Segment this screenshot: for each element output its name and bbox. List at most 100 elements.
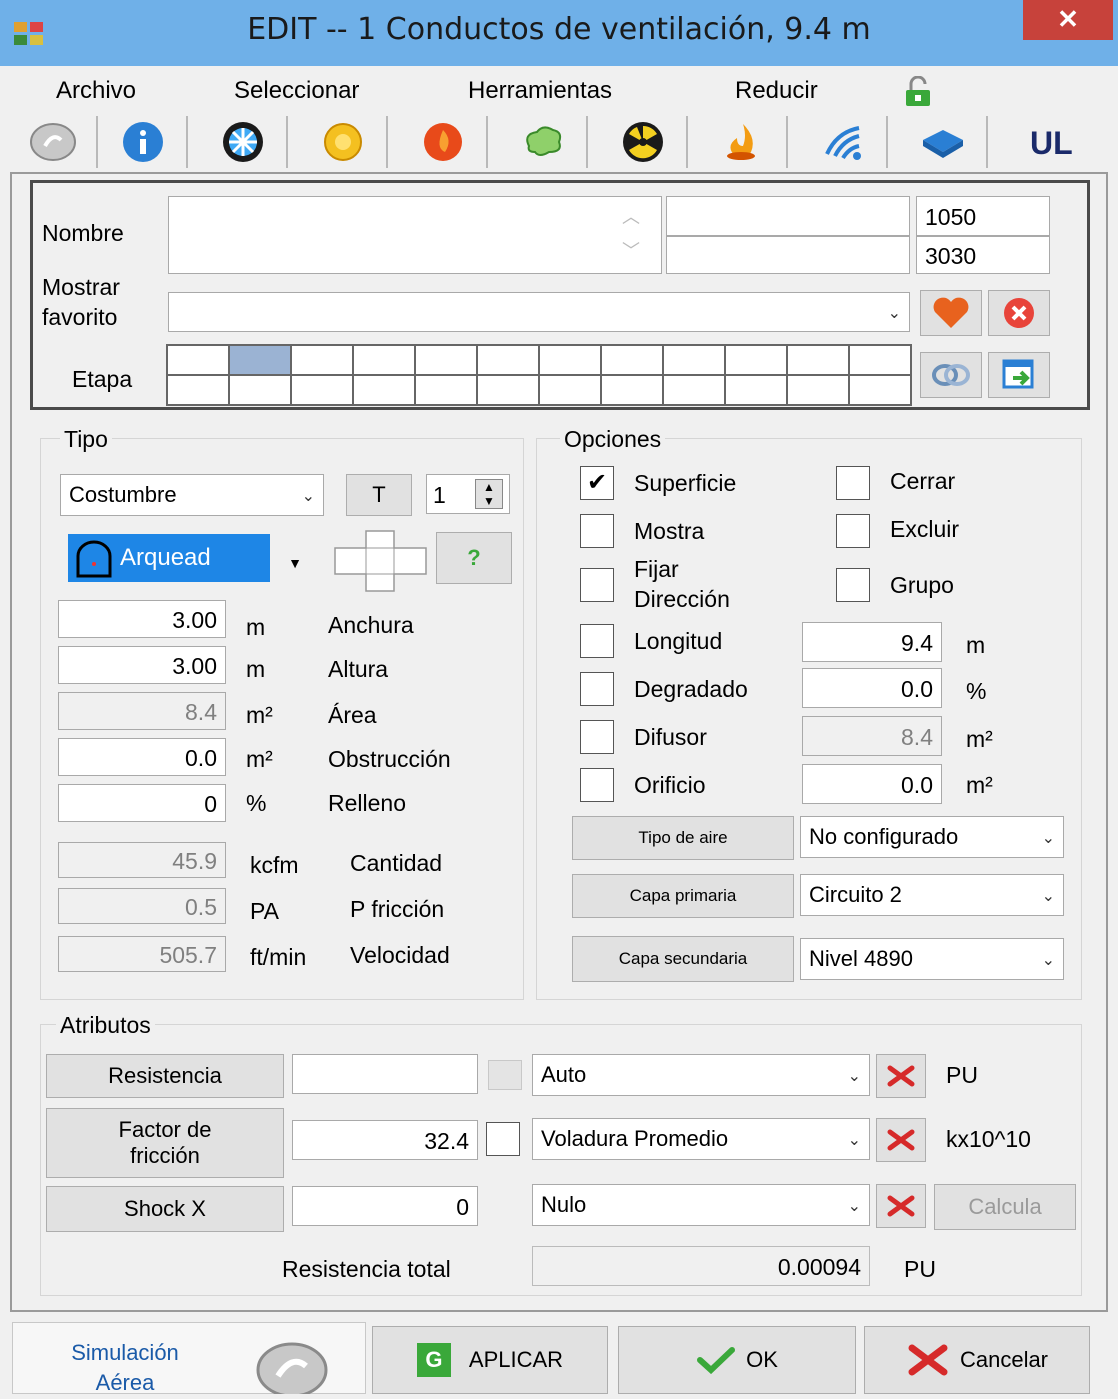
stage-cell[interactable] bbox=[477, 345, 539, 375]
stage-cell[interactable] bbox=[353, 345, 415, 375]
stage-cell[interactable] bbox=[415, 375, 477, 405]
capa-primaria-button[interactable]: Capa primaria bbox=[572, 874, 794, 918]
stage-cell[interactable] bbox=[787, 345, 849, 375]
stage-cell[interactable] bbox=[601, 375, 663, 405]
info-icon[interactable] bbox=[100, 116, 188, 168]
obstruccion-input[interactable]: 0.0 bbox=[58, 738, 226, 776]
factor-friccion-mode-select[interactable]: Voladura Promedio ⌄ bbox=[532, 1118, 870, 1160]
stage-cell[interactable] bbox=[663, 375, 725, 405]
stage-cell[interactable] bbox=[539, 375, 601, 405]
scroll-down-icon[interactable]: ﹀ bbox=[616, 234, 646, 268]
code-field-1[interactable] bbox=[666, 196, 910, 236]
factor-friccion-clear-button[interactable] bbox=[876, 1118, 926, 1162]
longitud-input[interactable]: 9.4 bbox=[802, 622, 942, 662]
stage-cell[interactable] bbox=[663, 345, 725, 375]
fire-icon[interactable] bbox=[400, 116, 488, 168]
spin-input[interactable]: 1 ▲ ▼ bbox=[426, 474, 510, 514]
close-button[interactable]: ✕ bbox=[1023, 0, 1113, 40]
capa-secundaria-button[interactable]: Capa secundaria bbox=[572, 936, 794, 982]
code-field-2[interactable] bbox=[666, 236, 910, 274]
excluir-checkbox[interactable] bbox=[836, 514, 870, 548]
menu-archivo[interactable]: Archivo bbox=[56, 74, 136, 108]
orificio-input[interactable]: 0.0 bbox=[802, 764, 942, 804]
shape-dropdown-arrow-icon[interactable]: ▼ bbox=[270, 534, 320, 582]
lock-icon[interactable] bbox=[903, 75, 933, 108]
resistencia-button[interactable]: Resistencia bbox=[46, 1054, 284, 1098]
stage-cell[interactable] bbox=[539, 345, 601, 375]
altura-input[interactable]: 3.00 bbox=[58, 646, 226, 684]
degradado-input[interactable]: 0.0 bbox=[802, 668, 942, 708]
stage-cell[interactable] bbox=[229, 375, 291, 405]
stage-cell[interactable] bbox=[787, 375, 849, 405]
nombre-input[interactable] bbox=[168, 196, 662, 274]
simulation-icon[interactable] bbox=[252, 1336, 332, 1398]
scroll-up-icon[interactable]: ︿ bbox=[616, 200, 646, 234]
degradado-checkbox[interactable] bbox=[580, 672, 614, 706]
superficie-checkbox[interactable]: ✔ bbox=[580, 466, 614, 500]
tipo-select[interactable]: Costumbre ⌄ bbox=[60, 474, 324, 516]
stage-cell[interactable] bbox=[725, 345, 787, 375]
cerrar-checkbox[interactable] bbox=[836, 466, 870, 500]
cloud-icon[interactable] bbox=[500, 116, 588, 168]
wireless-icon[interactable] bbox=[800, 116, 888, 168]
stage-cell[interactable] bbox=[601, 345, 663, 375]
tipo-aire-button[interactable]: Tipo de aire bbox=[572, 816, 794, 860]
shock-x-input[interactable]: 0 bbox=[292, 1186, 478, 1226]
stage-cell[interactable] bbox=[291, 345, 353, 375]
stage-cell[interactable] bbox=[167, 345, 229, 375]
favorite-heart-button[interactable] bbox=[920, 290, 982, 336]
fijar-checkbox[interactable] bbox=[580, 568, 614, 602]
aplicar-button[interactable]: G APLICAR bbox=[372, 1326, 608, 1394]
stage-cell[interactable] bbox=[477, 375, 539, 405]
factor-friccion-button[interactable]: Factor de fricción bbox=[46, 1108, 284, 1178]
simulation-icon[interactable] bbox=[10, 116, 98, 168]
factor-friccion-input[interactable]: 32.4 bbox=[292, 1120, 478, 1160]
favorite-delete-button[interactable] bbox=[988, 290, 1050, 336]
menu-herramientas[interactable]: Herramientas bbox=[468, 74, 612, 108]
stage-cell[interactable] bbox=[725, 375, 787, 405]
resistencia-mode-select[interactable]: Auto ⌄ bbox=[532, 1054, 870, 1096]
shape-selector[interactable]: Arquead bbox=[68, 534, 270, 582]
relleno-input[interactable]: 0 bbox=[58, 784, 226, 822]
radiation-icon[interactable] bbox=[600, 116, 688, 168]
help-button[interactable]: ? bbox=[436, 532, 512, 584]
nombre-scroll[interactable]: ︿ ﹀ bbox=[616, 200, 646, 270]
tipo-aire-select[interactable]: No configurado ⌄ bbox=[800, 816, 1064, 858]
number-field-2[interactable]: 3030 bbox=[916, 236, 1050, 274]
stage-cell[interactable] bbox=[291, 375, 353, 405]
anchura-input[interactable]: 3.00 bbox=[58, 600, 226, 638]
spin-arrows-icon[interactable]: ▲ ▼ bbox=[475, 479, 503, 509]
stage-cell-selected[interactable] bbox=[229, 345, 291, 375]
shock-x-button[interactable]: Shock X bbox=[46, 1186, 284, 1232]
resistencia-clear-button[interactable] bbox=[876, 1054, 926, 1098]
simulacion-aerea-label[interactable]: Simulación Aérea bbox=[40, 1338, 210, 1398]
etapa-grid[interactable] bbox=[166, 344, 912, 406]
fan-icon[interactable] bbox=[200, 116, 288, 168]
number-field-1[interactable]: 1050 bbox=[916, 196, 1050, 236]
calcula-button[interactable]: Calcula bbox=[934, 1184, 1076, 1230]
ul-icon[interactable]: UL bbox=[1000, 116, 1108, 168]
menu-reducir[interactable]: Reducir bbox=[735, 74, 818, 108]
capa-secundaria-select[interactable]: Nivel 4890 ⌄ bbox=[800, 938, 1064, 980]
longitud-checkbox[interactable] bbox=[580, 624, 614, 658]
shock-x-mode-select[interactable]: Nulo ⌄ bbox=[532, 1184, 870, 1226]
book-icon[interactable] bbox=[900, 116, 988, 168]
difusor-checkbox[interactable] bbox=[580, 720, 614, 754]
stage-cell[interactable] bbox=[167, 375, 229, 405]
ok-button[interactable]: OK bbox=[618, 1326, 856, 1394]
t-button[interactable]: T bbox=[346, 474, 412, 516]
flame-icon[interactable] bbox=[700, 116, 788, 168]
factor-friccion-checkbox[interactable] bbox=[486, 1122, 520, 1156]
orificio-checkbox[interactable] bbox=[580, 768, 614, 802]
favorito-select[interactable]: ⌄ bbox=[168, 292, 910, 332]
stage-cell[interactable] bbox=[849, 375, 911, 405]
shock-x-clear-button[interactable] bbox=[876, 1184, 926, 1228]
stage-cell[interactable] bbox=[849, 345, 911, 375]
mostra-checkbox[interactable] bbox=[580, 514, 614, 548]
capa-primaria-select[interactable]: Circuito 2 ⌄ bbox=[800, 874, 1064, 916]
grupo-checkbox[interactable] bbox=[836, 568, 870, 602]
cancelar-button[interactable]: Cancelar bbox=[864, 1326, 1090, 1394]
export-button[interactable] bbox=[988, 352, 1050, 398]
resistencia-input[interactable] bbox=[292, 1054, 478, 1094]
link-button[interactable] bbox=[920, 352, 982, 398]
